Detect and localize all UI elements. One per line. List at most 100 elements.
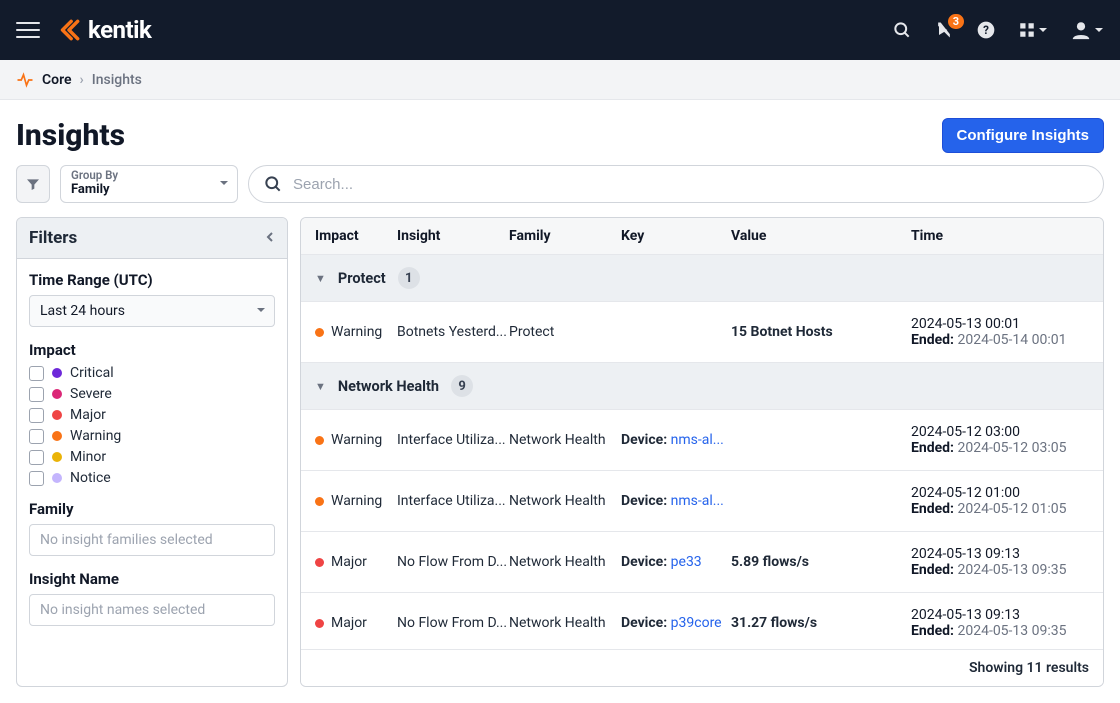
impact-label: Impact: [29, 341, 275, 359]
logo-icon: [56, 17, 82, 43]
family-cell: Network Health: [509, 554, 621, 570]
table-row[interactable]: Warning Interface Utiliza...Network Healt…: [301, 471, 1103, 532]
family-cell: Network Health: [509, 615, 621, 631]
value-cell: 15 Botnet Hosts: [731, 324, 911, 340]
breadcrumb-root[interactable]: Core: [42, 72, 72, 88]
time-cell: 2024-05-12 01:00Ended: 2024-05-12 01:05: [911, 485, 1091, 517]
table-row[interactable]: MajorNo Flow From D...Network HealthDevi…: [301, 532, 1103, 593]
col-value[interactable]: Value: [731, 228, 911, 244]
time-range-select[interactable]: Last 24 hours: [29, 295, 275, 327]
impact-cell: Warning: [315, 432, 397, 448]
impact-label: Warning: [331, 493, 382, 509]
table-row[interactable]: WarningBotnets Yesterd...Protect15 Botne…: [301, 302, 1103, 363]
group-name: Protect: [338, 270, 386, 287]
checkbox-icon: [29, 387, 44, 402]
activity-icon: [16, 71, 34, 89]
impact-checkbox-minor[interactable]: Minor: [29, 449, 275, 465]
value-cell: 31.27 flows/s: [731, 615, 911, 631]
key-cell: Device: nms-al...: [621, 432, 731, 448]
severity-dot: [315, 558, 324, 567]
family-cell: Network Health: [509, 432, 621, 448]
svg-text:?: ?: [983, 23, 989, 37]
navbar: kentik 3 ?: [0, 0, 1120, 60]
severity-dot: [315, 497, 324, 506]
time-cell: 2024-05-13 09:13Ended: 2024-05-13 09:35: [911, 546, 1091, 578]
checkbox-icon: [29, 366, 44, 381]
page-title: Insights: [16, 118, 125, 153]
impact-level-label: Major: [70, 407, 106, 423]
severity-dot: [315, 328, 324, 337]
impact-cell: Warning: [315, 493, 397, 509]
family-select[interactable]: No insight families selected: [29, 524, 275, 556]
severity-dot: [52, 431, 62, 441]
impact-level-label: Warning: [70, 428, 121, 444]
results-count: Showing 11 results: [301, 649, 1103, 686]
impact-checkbox-notice[interactable]: Notice: [29, 470, 275, 486]
search-icon[interactable]: [892, 20, 912, 40]
col-impact[interactable]: Impact: [315, 228, 397, 244]
impact-level-label: Notice: [70, 470, 111, 486]
key-cell: Device: nms-al...: [621, 493, 731, 509]
insight-cell: Botnets Yesterd...: [397, 324, 509, 340]
filter-toggle-button[interactable]: [16, 165, 50, 203]
key-cell: Device: p39core: [621, 615, 731, 631]
time-cell: 2024-05-12 03:00Ended: 2024-05-12 03:05: [911, 424, 1091, 456]
table-row[interactable]: Warning Interface Utiliza...Network Healt…: [301, 410, 1103, 471]
severity-dot: [52, 410, 62, 420]
severity-dot: [52, 473, 62, 483]
insight-name-label: Insight Name: [29, 570, 275, 588]
checkbox-icon: [29, 408, 44, 423]
col-time[interactable]: Time: [911, 228, 1091, 244]
device-link[interactable]: pe33: [671, 554, 702, 570]
chevron-down-icon: [256, 303, 266, 319]
device-link[interactable]: nms-al...: [671, 493, 724, 509]
impact-label: Warning: [331, 432, 382, 448]
value-cell: 5.89 flows/s: [731, 554, 911, 570]
help-icon[interactable]: ?: [976, 20, 996, 40]
group-row[interactable]: ▼Network Health9: [301, 363, 1103, 410]
group-row[interactable]: ▼ Protect 1: [301, 255, 1103, 302]
group-name: Network Health: [338, 378, 439, 395]
insight-cell: Interface Utiliza...: [397, 432, 509, 448]
user-menu[interactable]: [1070, 19, 1104, 41]
brand-logo[interactable]: kentik: [56, 16, 151, 44]
time-range-label: Time Range (UTC): [29, 271, 275, 289]
caret-down-icon: ▼: [315, 380, 326, 393]
family-label: Family: [29, 500, 275, 518]
severity-dot: [52, 452, 62, 462]
col-family[interactable]: Family: [509, 228, 621, 244]
impact-checkbox-critical[interactable]: Critical: [29, 365, 275, 381]
device-link[interactable]: nms-al...: [671, 432, 724, 448]
groupby-value: Family: [71, 182, 211, 197]
impact-level-label: Critical: [70, 365, 114, 381]
impact-checkbox-major[interactable]: Major: [29, 407, 275, 423]
insight-cell: Interface Utiliza...: [397, 493, 509, 509]
configure-insights-button[interactable]: Configure Insights: [942, 118, 1105, 153]
caret-down-icon: ▼: [315, 272, 326, 285]
severity-dot: [315, 619, 324, 628]
insight-cell: No Flow From D...: [397, 615, 509, 631]
alerts-badge: 3: [948, 14, 964, 29]
menu-button[interactable]: [16, 17, 40, 43]
time-cell: 2024-05-13 09:13Ended: 2024-05-13 09:35: [911, 607, 1091, 639]
family-cell: Network Health: [509, 493, 621, 509]
insight-cell: No Flow From D...: [397, 554, 509, 570]
groupby-select[interactable]: Group By Family: [60, 165, 238, 203]
collapse-panel-icon[interactable]: [265, 228, 275, 248]
impact-checkbox-severe[interactable]: Severe: [29, 386, 275, 402]
insight-name-select[interactable]: No insight names selected: [29, 594, 275, 626]
impact-label: Warning: [331, 324, 382, 340]
col-insight[interactable]: Insight: [397, 228, 509, 244]
apps-icon[interactable]: [1018, 21, 1048, 39]
device-link[interactable]: p39core: [671, 615, 722, 631]
brand-name: kentik: [88, 16, 151, 44]
alerts-icon[interactable]: 3: [934, 20, 954, 40]
col-key[interactable]: Key: [621, 228, 731, 244]
group-count: 1: [398, 267, 420, 289]
impact-checkbox-warning[interactable]: Warning: [29, 428, 275, 444]
search-field[interactable]: [248, 165, 1104, 203]
chevron-right-icon: ›: [80, 72, 84, 88]
table-row[interactable]: MajorNo Flow From D...Network HealthDevi…: [301, 593, 1103, 649]
breadcrumb-current: Insights: [92, 72, 142, 88]
search-input[interactable]: [293, 176, 1089, 193]
